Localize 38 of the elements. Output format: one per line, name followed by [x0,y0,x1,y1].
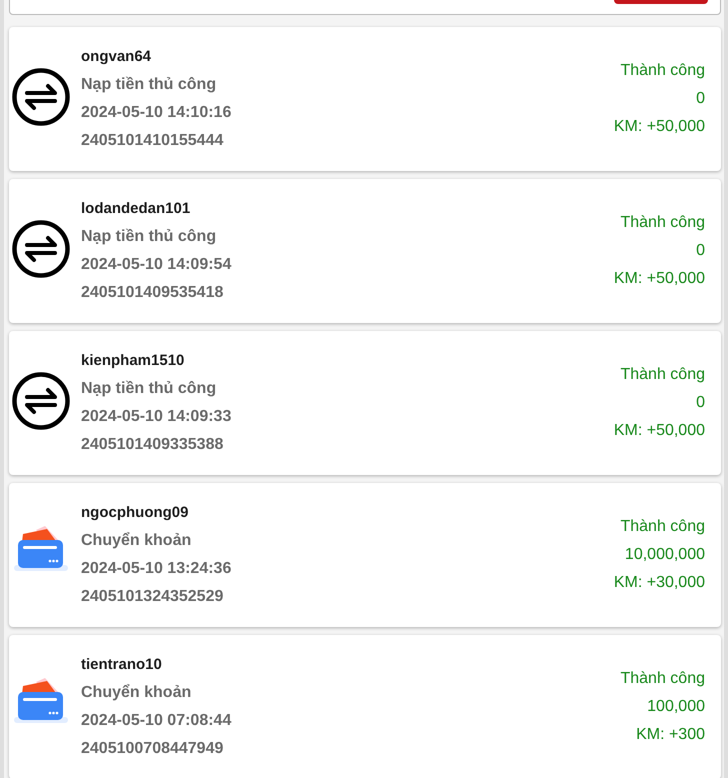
username-text: lodandedan101 [81,199,192,219]
exchange-arrows-icon [12,68,70,126]
bonus-text: KM: +50,000 [614,421,705,441]
bonus-text: KM: +50,000 [614,269,705,289]
method-text: Nạp tiền thủ công [81,227,218,247]
method-text: Chuyển khoản [81,683,192,703]
status-text: Thành công [620,517,705,537]
amount-text: 0 [696,393,705,413]
status-text: Thành công [620,213,705,233]
time-text: 2024-05-10 14:10:16 [81,103,232,123]
code-text: 2405100708447949 [81,739,224,759]
bonus-text: KM: +300 [636,725,705,745]
amount-text: 0 [696,241,705,261]
amount-text: 100,000 [647,697,705,717]
amount-text: 0 [696,89,705,109]
status-text: Thành công [620,61,705,81]
code-text: 2405101409335388 [81,435,224,455]
status-text: Thành công [620,669,705,689]
method-text: Nạp tiền thủ công [81,379,218,399]
bonus-text: KM: +30,000 [614,573,705,593]
code-text: 2405101410155444 [81,131,224,151]
username-text: ongvan64 [81,47,152,67]
status-text: Thành công [620,365,705,385]
amount-text: 10,000,000 [624,545,705,565]
method-text: Nạp tiền thủ công [81,75,218,95]
method-text: Chuyển khoản [81,531,192,551]
code-text: 2405101324352529 [81,587,224,607]
username-text: tientrano10 [81,655,163,675]
exchange-arrows-icon [12,372,70,430]
exchange-arrows-icon [12,220,70,278]
time-text: 2024-05-10 13:24:36 [81,559,232,579]
username-text: ngocphuong09 [81,503,190,523]
bonus-text: KM: +50,000 [614,117,705,137]
time-text: 2024-05-10 07:08:44 [81,711,232,731]
username-text: kienpham1510 [81,351,186,371]
time-text: 2024-05-10 14:09:54 [81,255,232,275]
time-text: 2024-05-10 14:09:33 [81,407,232,427]
code-text: 2405101409535418 [81,283,224,303]
